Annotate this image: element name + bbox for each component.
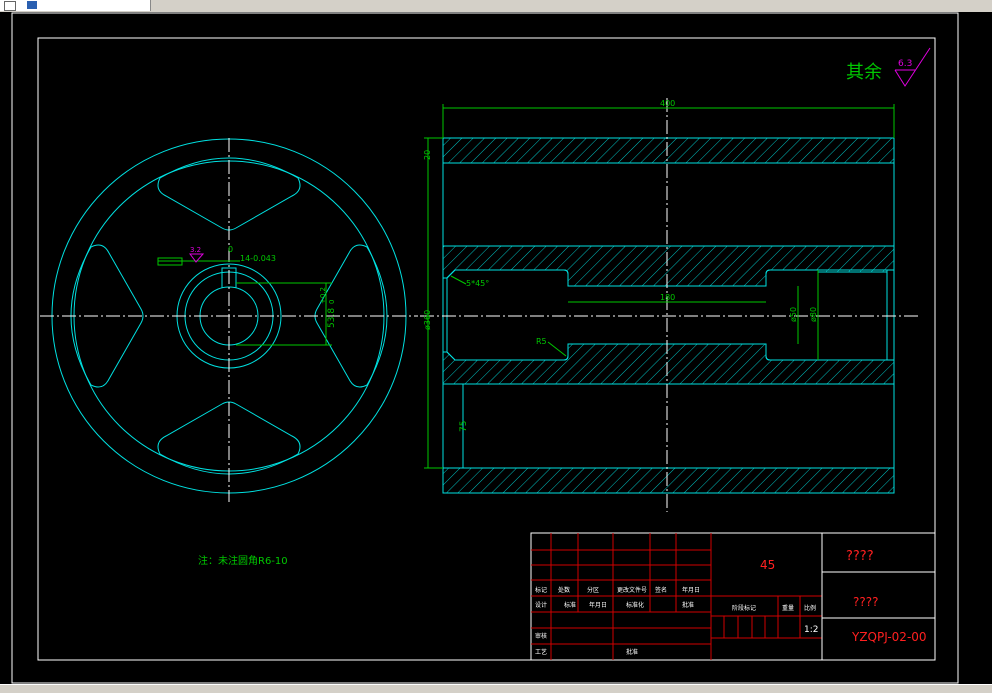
inner-dia2-text: ø80 [809,307,818,322]
sheet-border [11,12,959,684]
tb-label: 签名 [655,586,667,594]
top-thick-text: 20 [423,150,432,160]
tb-label: 处数 [558,586,570,594]
tb-label: 标准 [564,601,576,609]
hub-lower-hatch [442,343,895,385]
part-name-text: ???? [846,549,874,564]
bottom-rim-hatch [442,467,895,494]
depth-tol-low-text: 0 [328,300,336,304]
roughness-label: 其余 [846,62,882,83]
keyway-upper-text: 0 [228,245,233,254]
tb-stage-label: 阶段标记 [732,604,756,612]
top-rim-hatch [442,137,895,164]
tb-label: 年月日 [589,601,607,609]
wall-text: 75 [459,421,469,432]
drawing-frame [37,37,936,661]
tb-label: 年月日 [682,586,700,594]
bore-length-text: 180 [660,293,675,302]
depth-tol-text: +0.2 [319,287,327,304]
drawing-no-text: YZQPJ-02-00 [851,630,927,644]
tb-label: 分区 [587,586,599,594]
roughness-symbol: 其余 6.3 [846,47,931,87]
right-view: 400 ø360 20 180 5*45° R5 ø50 ø80 75 [420,98,918,512]
tb-label: 设计 [535,601,547,609]
note-text: 注：未注圆角R6-10 [198,554,288,567]
tb-label: 标记 [535,586,547,594]
scale-text: 1:2 [804,625,818,635]
outer-dia-text: ø360 [423,310,432,330]
inner-dia1-text: ø50 [789,307,798,322]
tb-label: 更改文件号 [617,586,647,594]
left-view: 53.8 +0.2 0 0 14-0.043 3.2 注：未注圆角R6-10 [40,138,418,567]
tb-stage-label: 比例 [804,604,816,612]
hub-upper-hatch [442,245,895,287]
chamfer-text: 5*45° [466,279,489,288]
tb-label: 工艺 [535,648,547,656]
tb-label: 批准 [626,648,638,656]
tb-label: 审核 [535,632,547,640]
radius-text: R5 [536,337,547,346]
tb-stage-label: 重量 [782,604,794,612]
title-block: 标记 处数 分区 更改文件号 签名 年月日 设计 标准 年月日 标准化 批准 审… [530,532,936,661]
depth-dim-text: 53.8 [327,308,337,328]
roughness-value: 6.3 [898,59,912,69]
cad-drawing-canvas[interactable]: 其余 6.3 53.8 +0.2 0 0 14-0.043 3.2 注：未注圆角… [0,0,992,692]
material-text: 45 [760,558,775,572]
tol-value: 3.2 [190,246,201,254]
tb-label: 批准 [682,601,694,609]
company-text: ???? [853,595,878,609]
overall-length-text: 400 [660,99,675,108]
keyway-dim-text: 14-0.043 [240,254,276,263]
tb-label: 标准化 [626,601,644,609]
